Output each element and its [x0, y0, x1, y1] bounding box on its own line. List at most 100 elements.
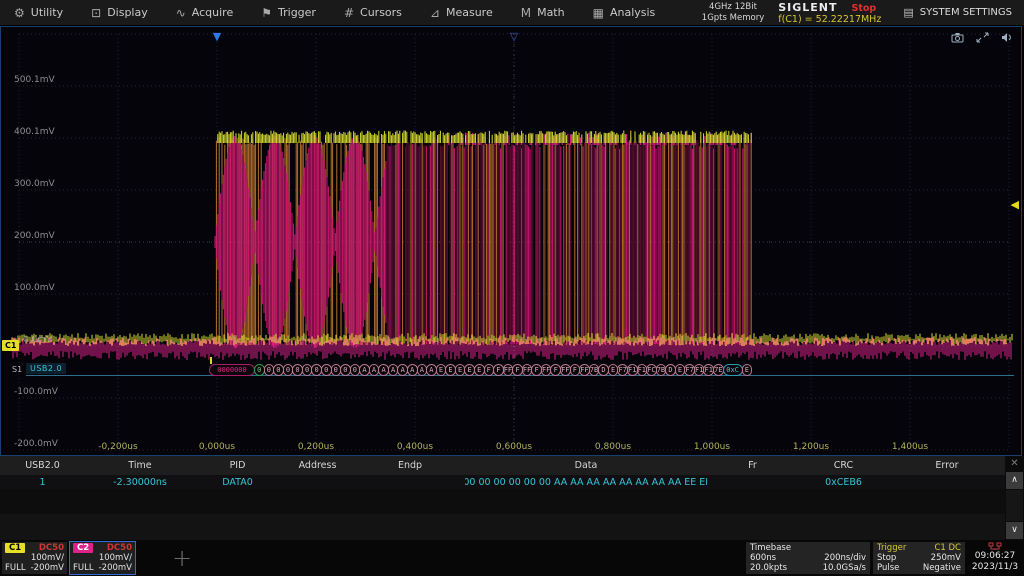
channel-offset: -200mV — [31, 563, 64, 573]
menu-item-acquire[interactable]: ∿Acquire — [162, 0, 248, 25]
menu-items: ⚙Utility ⊡ Display ∿Acquire⚑Trigger#Cursors… — [0, 0, 669, 25]
x-axis-label: 1,200us — [793, 442, 829, 452]
add-channel-button[interactable]: + — [160, 543, 204, 573]
menu-item-utility[interactable]: ⚙Utility — [0, 0, 77, 25]
menu-item-label: Utility — [31, 6, 63, 19]
decode-data-bubble: A — [407, 364, 418, 376]
menubar: ⚙Utility ⊡ Display ∿Acquire⚑Trigger#Cursors… — [0, 0, 1024, 26]
decode-table-row[interactable]: 1-2.30000nsDATA00x00 00 00 00 00 00 AA A… — [0, 475, 1005, 489]
table-header-fr: Fr — [707, 456, 798, 475]
x-axis-label: 0,400us — [397, 442, 433, 452]
decode-protocol-badge[interactable]: USB2.0 — [26, 363, 66, 374]
menu-item-trigger[interactable]: ⚑Trigger — [247, 0, 330, 25]
channel-box-row: C2DC50 — [73, 543, 132, 553]
trigger-level-marker[interactable]: ◀ — [1011, 199, 1019, 210]
channel-box-row: FULL -200mV — [5, 563, 64, 573]
menu-item-cursors[interactable]: #Cursors — [330, 0, 416, 25]
decode-table-empty-row — [0, 489, 1005, 514]
timebase-box[interactable]: Timebase 600ns 200ns/div 20.0kpts 10.0GS… — [746, 542, 870, 574]
menu-item-display[interactable]: ⊡ Display — [77, 0, 162, 25]
timebase-points: 20.0kpts — [750, 563, 787, 573]
channel-scale: 100mV/ — [31, 553, 64, 563]
table-cell: 0x00 00 00 00 00 00 AA AA AA AA AA AA AA… — [465, 475, 707, 489]
y-axis-label: 500.1mV — [14, 75, 55, 85]
bandwidth-memory-info: 4GHz 12Bit 1Gpts Memory — [702, 2, 764, 24]
x-axis-label: 0,200us — [298, 442, 334, 452]
camera-icon[interactable] — [951, 32, 964, 43]
menu-item-label: Math — [537, 6, 565, 19]
x-axis-label: 1,000us — [694, 442, 730, 452]
acquisition-status: Stop — [852, 3, 877, 14]
timebase-label: Timebase — [750, 543, 791, 553]
display-icon: ⊡ — [91, 7, 101, 19]
scroll-down-button[interactable]: ∨ — [1006, 522, 1023, 539]
decode-data-bubble: 0 — [321, 364, 332, 376]
scrollbar-track[interactable] — [1006, 490, 1023, 521]
table-cell: DATA0 — [195, 475, 280, 489]
clock-date: 2023/11/3 — [968, 562, 1022, 573]
channel-offset: -200mV — [99, 563, 132, 573]
x-axis-label: 1,400us — [892, 442, 928, 452]
decode-table-main: USB2.0TimePIDAddressEndpDataFrCRCError 1… — [0, 456, 1005, 540]
table-header-pid: PID — [195, 456, 280, 475]
x-axis-label: 0,600us — [496, 442, 532, 452]
analysis-icon: ▦ — [593, 7, 604, 19]
channel-box-c2[interactable]: C2DC50100mV/FULL -200mV — [70, 542, 135, 574]
close-icon[interactable]: ✕ — [1005, 456, 1024, 471]
table-cell — [355, 475, 465, 489]
channel-bandwidth: FULL — [73, 563, 94, 573]
status-bar: C1DC50100mV/FULL-200mVC2DC50100mV/FULL-2… — [0, 540, 1024, 576]
y-axis-label: 200.0mV — [14, 231, 55, 241]
oscilloscope-screen: ⚙Utility ⊡ Display ∿Acquire⚑Trigger#Cursors… — [0, 0, 1024, 576]
y-axis-label: -100.0mV — [14, 387, 58, 397]
table-header-crc: CRC — [798, 456, 889, 475]
x-axis-label: 0,800us — [595, 442, 631, 452]
memory-label: 1Gpts Memory — [702, 13, 764, 24]
speaker-icon[interactable] — [1001, 32, 1013, 43]
table-header-usb20: USB2.0 — [0, 456, 85, 475]
menu-item-label: Display — [107, 6, 148, 19]
brand-logo: SIGLENT — [778, 1, 837, 14]
decode-table-header-row: USB2.0TimePIDAddressEndpDataFrCRCError — [0, 456, 1005, 475]
channel-bandwidth: FULL — [5, 563, 26, 573]
decode-crc-bubble: 0xC — [723, 364, 743, 376]
y-axis-label: 0.0mV — [23, 335, 52, 345]
expand-icon[interactable] — [976, 32, 989, 43]
measure-icon: ⊿ — [430, 7, 440, 19]
trigger-slope: Negative — [923, 563, 961, 573]
waveform-traces — [8, 30, 1016, 454]
y-axis-label: 300.0mV — [14, 179, 55, 189]
scroll-up-button[interactable]: ∧ — [1006, 472, 1023, 489]
channel-box-row: 100mV/ — [5, 553, 64, 563]
trigger-position-marker[interactable]: ▼ — [213, 32, 221, 42]
menu-item-label: Cursors — [360, 6, 402, 19]
channel-scale: 100mV/ — [99, 553, 132, 563]
menu-item-analysis[interactable]: ▦ Analysis — [579, 0, 670, 25]
menu-icon: ▤ — [903, 6, 913, 19]
system-settings-button[interactable]: ▤ SYSTEM SETTINGS — [893, 6, 1024, 19]
trigger-box[interactable]: Trigger C1 DC Stop 250mV Pulse Negative — [873, 542, 965, 574]
decode-data-bubble: 7E — [713, 364, 724, 376]
frequency-counter: f(C1) = 52.22217MHz — [778, 14, 881, 25]
menu-item-label: Analysis — [610, 6, 655, 19]
horizontal-center-marker[interactable]: ▽ — [510, 32, 518, 42]
brand-block: SIGLENT Stop f(C1) = 52.22217MHz — [778, 1, 881, 25]
trigger-level: 250mV — [931, 553, 961, 563]
x-axis-label: -0,200us — [98, 442, 137, 452]
table-header-data: Data — [465, 456, 707, 475]
decode-table-empty-row — [0, 514, 1005, 540]
channel1-ground-badge[interactable]: C1 — [2, 340, 19, 351]
bandwidth-label: 4GHz 12Bit — [702, 2, 764, 13]
table-cell — [707, 475, 798, 489]
channel-box-c1[interactable]: C1DC50100mV/FULL-200mV — [2, 542, 67, 574]
channel-badge: C2 — [73, 543, 93, 553]
menu-item-measure[interactable]: ⊿Measure — [416, 0, 507, 25]
datetime-box[interactable]: 09:06:27 2023/11/3 — [968, 542, 1022, 574]
math-icon: M — [521, 7, 531, 19]
clock-time: 09:06:27 — [968, 551, 1022, 562]
decode-sync-bubble: 0000000 — [209, 364, 255, 376]
trigger-type: Pulse — [877, 563, 899, 573]
menu-item-math[interactable]: M Math — [507, 0, 579, 25]
y-axis-label: -200.0mV — [14, 439, 58, 449]
timebase-scale: 200ns/div — [824, 553, 866, 563]
